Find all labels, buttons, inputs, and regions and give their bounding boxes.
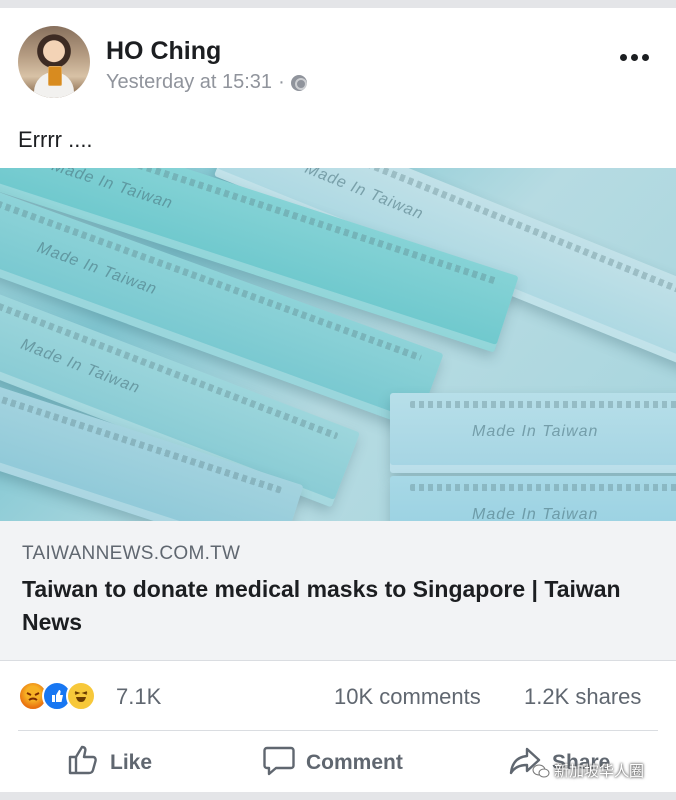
mask-label: Made In Taiwan [472,506,599,521]
watermark-text: 新加坡华人圈 [554,763,645,780]
post-timestamp[interactable]: Yesterday at 15:31 [106,71,272,94]
comment-button[interactable]: Comment [262,745,403,781]
more-dot-icon [620,54,627,61]
speech-bubble-icon [262,743,296,783]
more-dot-icon [631,54,638,61]
wechat-icon [532,764,550,777]
haha-reaction-icon [66,681,96,711]
reaction-icons[interactable] [18,681,96,711]
author-name[interactable]: HO Ching [106,37,221,66]
mask-image-item: Made In Taiwan [390,393,676,473]
comment-count[interactable]: 10K comments [334,684,481,710]
avatar-glass [48,66,62,86]
mask-label: Made In Taiwan [18,336,143,398]
link-preview-image[interactable]: Made In Taiwan Made In Taiwan Made In Ta… [0,168,676,521]
mask-label: Made In Taiwan [472,423,599,440]
more-dot-icon [642,54,649,61]
meta-separator: · [278,71,285,93]
post-text: Errrr .... [18,127,93,152]
post-meta: Yesterday at 15:31 · [106,71,307,94]
globe-icon [290,74,307,91]
more-options-button[interactable] [620,54,649,61]
comment-label: Comment [306,751,403,774]
mask-label: Made In Taiwan [49,168,175,213]
link-title[interactable]: Taiwan to donate medical masks to Singap… [22,573,642,639]
thumbs-up-icon [66,743,100,783]
mask-image-item: Made In Taiwan [390,476,676,521]
share-count[interactable]: 1.2K shares [524,684,641,710]
author-avatar[interactable] [18,26,90,98]
link-domain[interactable]: TAIWANNEWS.COM.TW [22,543,240,565]
like-label: Like [110,751,153,774]
like-button[interactable]: Like [66,745,152,781]
action-divider [18,730,658,731]
mask-label: Made In Taiwan [34,239,160,299]
watermark: 新加坡华人圈 [532,760,644,781]
bottom-separator [0,792,676,800]
reaction-count[interactable]: 7.1K [116,684,161,710]
top-separator [0,0,676,8]
